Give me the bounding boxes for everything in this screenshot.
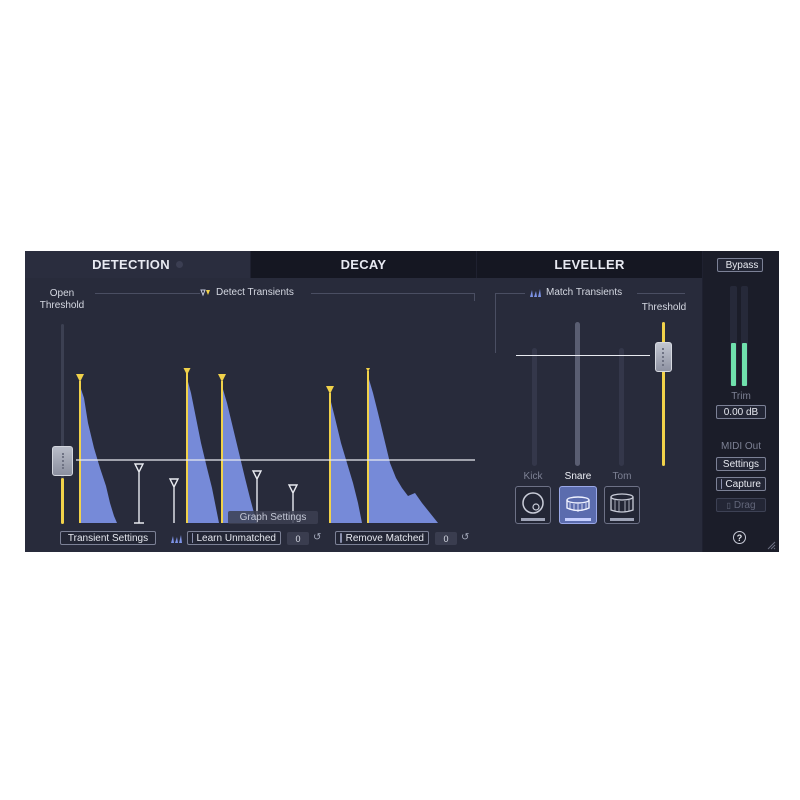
drag-label: Drag	[733, 499, 756, 511]
tab-decay[interactable]: DECAY	[251, 251, 476, 278]
snare-label: Snare	[564, 471, 592, 482]
remove-matched-button[interactable]: Remove Matched	[335, 531, 429, 545]
section-divider	[637, 293, 685, 294]
plugin-window: DETECTION DECAY LEVELLER Open Threshold …	[25, 251, 779, 552]
waveform	[80, 376, 438, 523]
kick-button[interactable]	[515, 486, 551, 524]
section-divider	[95, 293, 200, 294]
tab-decay-label: DECAY	[340, 257, 387, 272]
tab-detection[interactable]: DETECTION	[25, 251, 250, 278]
transient-settings-label: Transient Settings	[67, 532, 149, 544]
snare-match-meter	[575, 322, 580, 466]
transient-waveform-graph[interactable]	[70, 368, 480, 528]
help-label: ?	[736, 532, 743, 543]
trim-value-field[interactable]: 0.00 dB	[716, 405, 766, 419]
output-meter-left-level	[731, 343, 736, 386]
waveform-small-icon	[171, 535, 182, 543]
waveform-small-icon	[530, 289, 541, 297]
kick-label: Kick	[523, 471, 543, 482]
remove-matched-undo-icon[interactable]: ↺	[461, 532, 469, 543]
learn-unmatched-count: 0	[287, 532, 309, 545]
capture-button[interactable]: Capture	[716, 477, 766, 491]
resize-grip-icon[interactable]	[766, 540, 776, 550]
help-button[interactable]: ?	[733, 531, 746, 544]
graph-settings-button[interactable]: Graph Settings	[228, 511, 318, 524]
snare-button[interactable]	[559, 486, 597, 524]
detection-status-dot	[175, 261, 183, 268]
transient-marker-icon	[200, 289, 210, 296]
drag-file-icon: ▯	[726, 500, 731, 510]
learn-unmatched-button[interactable]: Learn Unmatched	[187, 531, 281, 545]
learn-unmatched-undo-icon[interactable]: ↺	[313, 532, 321, 543]
remove-matched-count: 0	[435, 532, 457, 545]
learn-unmatched-label: Learn Unmatched	[196, 532, 277, 544]
tom-label: Tom	[612, 471, 632, 482]
tom-button[interactable]	[604, 486, 640, 524]
threshold-slider-handle[interactable]	[655, 342, 672, 372]
kick-match-meter	[532, 348, 537, 466]
kick-drum-icon	[521, 492, 545, 521]
capture-label: Capture	[725, 478, 761, 490]
bypass-label: Bypass	[725, 259, 759, 271]
midi-out-label: MIDI Out	[720, 441, 761, 452]
match-threshold-line[interactable]	[516, 355, 650, 356]
toggle-indicator	[340, 533, 342, 543]
open-threshold-fill	[61, 478, 64, 524]
tab-leveller[interactable]: LEVELLER	[477, 251, 702, 278]
detection-panel: Open Threshold Detect Transients Graph S…	[25, 278, 702, 552]
trim-value: 0.00 dB	[723, 406, 759, 418]
tom-drum-icon	[610, 493, 634, 521]
threshold-label: Threshold	[641, 302, 687, 313]
section-divider	[474, 293, 475, 301]
match-transients-label: Match Transients	[546, 287, 623, 298]
output-panel: Bypass Trim 0.00 dB MIDI Out Settings Ca…	[703, 251, 779, 552]
output-meter-right-level	[742, 343, 747, 386]
section-divider	[311, 293, 475, 294]
section-divider	[495, 293, 525, 294]
detect-transients-label: Detect Transients	[216, 287, 294, 298]
transient-settings-button[interactable]: Transient Settings	[60, 531, 156, 545]
tab-leveller-label: LEVELLER	[554, 257, 625, 272]
match-transients-header: Match Transients	[530, 287, 635, 298]
toggle-indicator	[192, 533, 193, 543]
trim-label: Trim	[731, 391, 751, 402]
midi-settings-label: Settings	[722, 458, 760, 470]
remove-matched-label: Remove Matched	[345, 532, 424, 544]
snare-drum-icon	[565, 496, 591, 521]
detect-transients-header: Detect Transients	[200, 287, 310, 298]
section-divider	[495, 293, 496, 353]
midi-settings-button[interactable]: Settings	[716, 457, 766, 471]
tom-match-meter	[619, 348, 624, 466]
open-threshold-label: Open Threshold	[39, 288, 85, 311]
drag-button[interactable]: ▯ Drag	[716, 498, 766, 512]
tab-detection-label: DETECTION	[92, 257, 170, 272]
bypass-button[interactable]: Bypass	[717, 258, 763, 272]
